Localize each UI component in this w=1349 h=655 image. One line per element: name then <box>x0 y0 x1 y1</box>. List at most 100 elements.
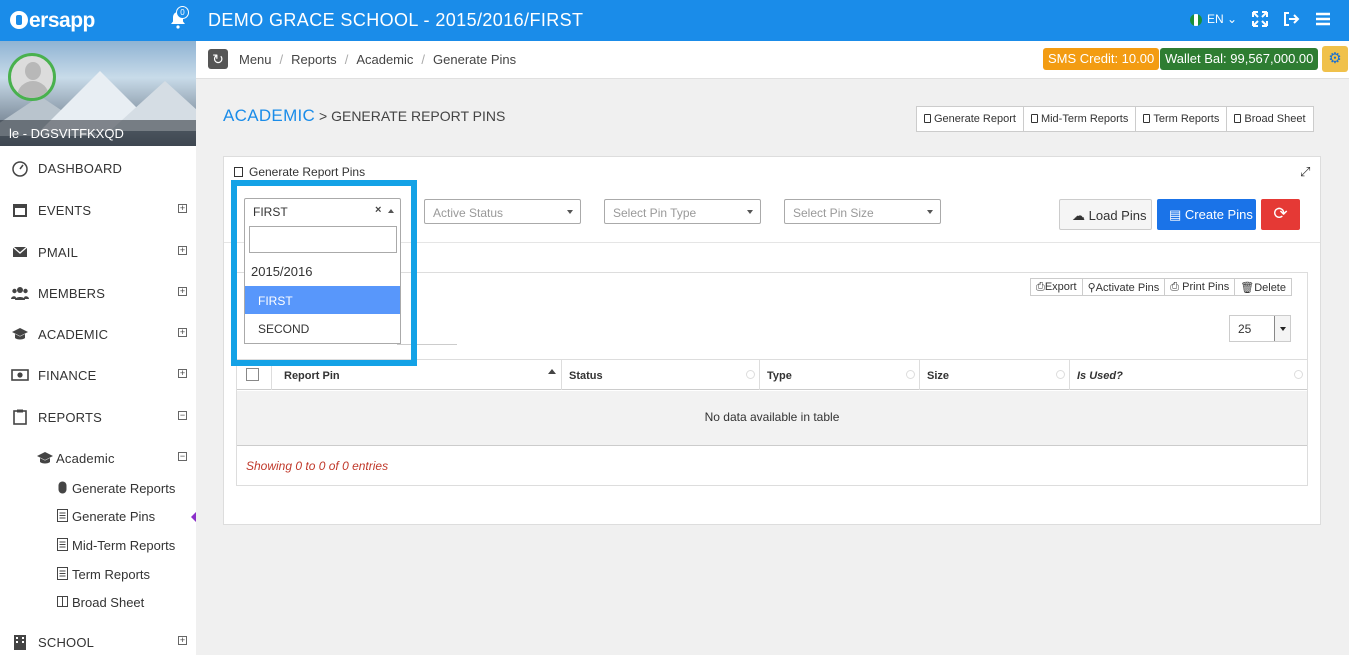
sidebar-item-academic[interactable]: ACADEMIC + <box>0 323 196 347</box>
clear-icon[interactable]: × <box>375 204 381 216</box>
column-status[interactable]: Status <box>562 360 760 390</box>
expand-icon[interactable]: ⤢ <box>1300 164 1310 180</box>
page-length-select[interactable]: 25 <box>1229 315 1291 342</box>
lightbulb-icon: ⚲ <box>1087 282 1096 294</box>
list-alt-icon <box>57 538 68 551</box>
notification-badge: 0 <box>176 6 189 19</box>
breadcrumb-bar: ↻ Menu / Reports / Academic / Generate Pins SM… <box>196 41 1349 79</box>
load-pins-button[interactable]: ☁ Load Pins <box>1059 199 1152 230</box>
page-title-section[interactable]: ACADEMIC <box>223 106 315 125</box>
collapse-icon[interactable]: − <box>178 411 187 420</box>
expand-icon[interactable]: + <box>178 246 187 255</box>
delete-button[interactable]: 🗑Delete <box>1234 278 1292 296</box>
sidebar-item-reports[interactable]: REPORTS − <box>0 406 196 430</box>
sidebar-item-finance[interactable]: FINANCE + <box>0 364 196 388</box>
refresh-icon[interactable]: ↻ <box>208 49 228 69</box>
pin-size-select[interactable]: Select Pin Size <box>784 199 941 224</box>
sidebar-item-generate-reports[interactable]: Generate Reports <box>0 478 196 498</box>
pin-type-select[interactable]: Select Pin Type <box>604 199 761 224</box>
mouse-icon <box>58 481 67 494</box>
cloud-download-icon: ☁ <box>1072 208 1085 223</box>
term-dropdown: 2015/2016 FIRST SECOND <box>244 222 401 344</box>
sms-credit-badge[interactable]: SMS Credit: 10.00 <box>1043 48 1160 70</box>
activate-pins-button[interactable]: ⚲Activate Pins <box>1081 278 1166 296</box>
chevron-down-icon: ⌄ <box>1227 12 1238 26</box>
mouse-icon <box>924 114 931 123</box>
list-alt-icon: ▤ <box>1169 207 1182 222</box>
reset-button[interactable]: ⟳ <box>1261 199 1300 230</box>
column-size[interactable]: Size <box>920 360 1070 390</box>
broad-sheet-button[interactable]: Broad Sheet <box>1226 106 1314 132</box>
users-icon <box>11 287 29 300</box>
language-selector[interactable]: EN ⌄ <box>1207 12 1237 26</box>
breadcrumb: Menu / Reports / Academic / Generate Pins <box>239 52 517 67</box>
expand-icon[interactable]: + <box>178 204 187 213</box>
expand-icon[interactable]: + <box>178 636 187 645</box>
sidebar-item-broad-sheet[interactable]: Broad Sheet <box>0 592 196 612</box>
breadcrumb-menu[interactable]: Menu <box>239 52 272 67</box>
sidebar-item-events[interactable]: EVENTS + <box>0 199 196 223</box>
term-reports-button[interactable]: Term Reports <box>1135 106 1228 132</box>
breadcrumb-academic[interactable]: Academic <box>356 52 413 67</box>
report-nav-buttons: Generate Report Mid-Term Reports Term Re… <box>916 106 1314 132</box>
create-pins-button[interactable]: ▤ Create Pins <box>1157 199 1256 230</box>
list-alt-icon <box>1143 114 1151 123</box>
menu-icon[interactable] <box>1314 10 1332 28</box>
expand-icon[interactable]: + <box>178 287 187 296</box>
breadcrumb-generate-pins: Generate Pins <box>433 52 517 67</box>
sort-icon <box>746 370 755 379</box>
sort-asc-icon <box>548 369 556 374</box>
sidebar-item-members[interactable]: MEMBERS + <box>0 282 196 306</box>
money-icon <box>11 369 29 381</box>
sidebar-item-academic-group[interactable]: Academic − <box>0 447 196 471</box>
logout-icon[interactable] <box>1282 10 1300 28</box>
top-bar: ersapp 0 DEMO GRACE SCHOOL - 2015/2016/F… <box>0 0 1349 41</box>
mid-term-reports-button[interactable]: Mid-Term Reports <box>1022 106 1137 132</box>
sidebar-item-term-reports[interactable]: Term Reports <box>0 564 196 584</box>
print-pins-button[interactable]: ⎙ Print Pins <box>1164 278 1236 296</box>
caret-up-icon <box>388 209 394 213</box>
expand-icon[interactable]: + <box>178 369 187 378</box>
columns-icon <box>1234 114 1242 123</box>
graduation-cap-icon <box>37 452 53 464</box>
status-select[interactable]: Active Status <box>424 199 581 224</box>
select-all-checkbox[interactable] <box>246 368 259 381</box>
sidebar-item-pmail[interactable]: PMAIL + <box>0 241 196 265</box>
sidebar-item-generate-pins[interactable]: Generate Pins <box>0 506 196 526</box>
avatar[interactable] <box>8 53 56 101</box>
collapse-icon[interactable]: − <box>178 452 187 461</box>
expand-icon[interactable]: + <box>178 328 187 337</box>
table-info: Showing 0 to 0 of 0 entries <box>246 459 389 473</box>
dropdown-group-label: 2015/2016 <box>251 264 313 279</box>
dropdown-option-second[interactable]: SECOND <box>245 314 400 342</box>
app-logo[interactable]: ersapp <box>10 9 95 33</box>
sidebar-item-dashboard[interactable]: DASHBOARD <box>0 157 196 181</box>
page-title: ACADEMIC > GENERATE REPORT PINS <box>223 106 505 126</box>
sort-icon <box>1056 370 1065 379</box>
fullscreen-icon[interactable] <box>1251 10 1269 28</box>
breadcrumb-reports[interactable]: Reports <box>291 52 337 67</box>
sort-icon <box>1294 370 1303 379</box>
column-is-used[interactable]: Is Used? <box>1070 360 1307 390</box>
export-icon: ⎙ <box>1036 281 1045 293</box>
sidebar-item-mid-term-reports[interactable]: Mid-Term Reports <box>0 535 196 555</box>
table-tools: ⎙Export ⚲Activate Pins ⎙ Print Pins 🗑Del… <box>1030 278 1292 296</box>
speedometer-icon <box>12 161 28 177</box>
page-title-rest: > GENERATE REPORT PINS <box>319 108 506 124</box>
list-alt-icon <box>1030 114 1038 123</box>
dropdown-option-first[interactable]: FIRST <box>245 286 400 314</box>
settings-gears-icon[interactable]: ⚙ <box>1322 46 1348 72</box>
sidebar-item-school[interactable]: SCHOOL + <box>0 631 196 655</box>
trash-icon: 🗑 <box>1240 282 1255 294</box>
clipboard-icon <box>13 409 27 425</box>
dropdown-search-input[interactable] <box>249 226 397 253</box>
graduation-cap-icon <box>12 328 28 340</box>
profile-name: le - DGSVITFKXQD <box>0 120 196 146</box>
export-button[interactable]: ⎙Export <box>1030 278 1083 296</box>
list-alt-icon <box>57 567 68 580</box>
wallet-balance-badge[interactable]: Wallet Bal: 99,567,000.00 <box>1160 48 1319 70</box>
active-indicator <box>191 512 196 522</box>
generate-report-button[interactable]: Generate Report <box>916 106 1024 132</box>
column-type[interactable]: Type <box>760 360 920 390</box>
term-select[interactable]: FIRST × <box>244 198 401 223</box>
